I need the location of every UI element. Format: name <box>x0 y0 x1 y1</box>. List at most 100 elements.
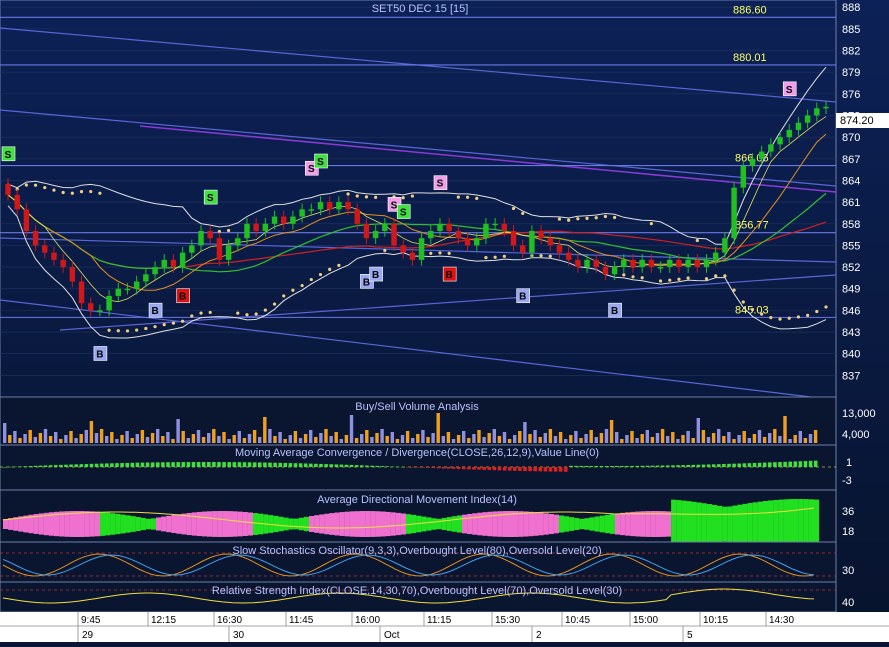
price-tick-label-7: 867 <box>842 154 860 166</box>
candle-body-13 <box>124 288 131 291</box>
macd-bar-31 <box>161 462 165 467</box>
volume-bar-28 <box>145 437 150 443</box>
volume-bar-26 <box>135 434 139 443</box>
volume-bar-155 <box>793 435 797 443</box>
adx-fill-154 <box>788 499 794 549</box>
macd-bar-69 <box>354 465 359 467</box>
sar-dot-56 <box>521 211 525 216</box>
adx-fill-130 <box>666 511 672 537</box>
chart-canvas[interactable]: 886.60880.01866.06856.77845.03 SBBBSSSBB… <box>0 0 889 642</box>
candle-body-30 <box>281 216 287 224</box>
adx-fill-122 <box>625 512 631 536</box>
macd-bar-121 <box>620 465 624 467</box>
adx-fill-69 <box>354 511 361 537</box>
candle-body-22 <box>207 230 213 239</box>
adx-fill-12 <box>64 511 70 537</box>
volume-bar-147 <box>752 434 757 443</box>
volume-bar-73 <box>375 433 379 443</box>
macd-bar-74 <box>380 466 384 467</box>
macd-bar-7 <box>38 465 43 467</box>
volume-bar-21 <box>110 432 114 443</box>
adx-fill-39 <box>201 511 208 537</box>
volume-panel[interactable]: Buy/Sell Volume Analysis 13,000 4,000 <box>0 396 876 446</box>
volume-bar-149 <box>762 437 767 443</box>
sar-dot-73 <box>677 277 681 281</box>
candle-body-74 <box>685 259 691 268</box>
volume-bar-80 <box>411 438 415 443</box>
volume-bar-17 <box>89 421 94 443</box>
macd-bar-38 <box>196 462 201 467</box>
macd-bar-104 <box>533 467 537 472</box>
adx-fill-124 <box>635 511 641 537</box>
volume-bar-138 <box>706 437 711 443</box>
adx-fill-67 <box>344 511 350 537</box>
sar-dot-65 <box>603 214 608 219</box>
macd-bar-91 <box>467 467 471 470</box>
adx-fill-129 <box>660 511 667 537</box>
candle-body-61 <box>565 252 572 260</box>
volume-bar-150 <box>768 433 772 443</box>
adx-fill-33 <box>171 514 177 534</box>
macd-tick-1: -3 <box>842 475 852 487</box>
macd-bar-52 <box>268 462 272 467</box>
volume-bar-117 <box>599 433 604 443</box>
candle-body-46 <box>428 230 434 239</box>
adx-fill-31 <box>161 516 167 532</box>
sar-dot-46 <box>429 251 433 255</box>
adx-fill-148 <box>757 501 763 547</box>
macd-bar-132 <box>676 465 680 467</box>
volume-bar-35 <box>181 431 185 443</box>
macd-panel[interactable]: Moving Average Convergence / Divergence(… <box>0 444 852 491</box>
volume-bar-23 <box>120 435 124 443</box>
volume-bar-137 <box>701 430 706 443</box>
adx-fill-59 <box>303 516 310 532</box>
macd-bar-42 <box>217 462 221 467</box>
volume-bar-125 <box>640 434 644 443</box>
volume-bar-0 <box>3 423 7 443</box>
macd-bar-71 <box>365 465 369 467</box>
candle-body-3 <box>32 230 39 246</box>
stochastics-panel[interactable]: Slow Stochastics Oscillator(9,3,3),Overb… <box>0 541 854 583</box>
time-axis[interactable]: 9:45 12:15 16:30 11:45 16:00 11:15 15:30 10:45 1… <box>0 612 889 642</box>
adx-fill-49 <box>252 513 259 535</box>
macd-bar-11 <box>59 464 63 467</box>
adx-fill-10 <box>54 511 60 537</box>
volume-bar-81 <box>416 434 420 443</box>
candle-body-29 <box>271 216 278 224</box>
sar-dot-43 <box>401 196 405 200</box>
volume-bar-98 <box>502 432 507 443</box>
candle-body-89 <box>823 106 829 109</box>
macd-bar-138 <box>706 464 711 467</box>
adx-panel[interactable]: Average Directional Movement Index(14) 3… <box>0 489 854 549</box>
adx-fill-44 <box>227 511 233 537</box>
macd-bar-150 <box>768 462 772 467</box>
adx-fill-34 <box>176 514 182 534</box>
macd-bar-6 <box>33 465 38 467</box>
macd-bar-114 <box>584 465 588 467</box>
macd-bar-116 <box>594 465 599 467</box>
adx-fill-43 <box>222 511 228 537</box>
adx-fill-107 <box>548 513 554 535</box>
sar-dot-75 <box>695 238 699 243</box>
sar-dot-11 <box>107 328 111 332</box>
adx-fill-11 <box>59 511 65 537</box>
candle-body-16 <box>152 267 158 275</box>
volume-bar-78 <box>400 435 405 443</box>
signal-label-0: S <box>5 150 12 161</box>
adx-fill-123 <box>630 511 636 537</box>
macd-bar-64 <box>329 464 333 467</box>
adx-fill-64 <box>329 513 335 535</box>
macd-bar-159 <box>813 460 818 467</box>
macd-bar-4 <box>23 466 27 467</box>
candle-body-54 <box>501 223 508 231</box>
sar-dot-34 <box>318 272 323 277</box>
candle-body-58 <box>538 230 544 239</box>
macd-bar-16 <box>84 464 89 467</box>
candle-body-33 <box>308 209 315 211</box>
adx-fill-133 <box>681 500 687 548</box>
price-tick-label-17: 837 <box>842 370 860 382</box>
volume-bar-63 <box>324 429 328 443</box>
volume-bar-95 <box>487 433 491 443</box>
volume-bar-14 <box>74 438 78 443</box>
rsi-panel[interactable]: Relative Strength Index(CLOSE,14,30,70),… <box>0 581 854 613</box>
